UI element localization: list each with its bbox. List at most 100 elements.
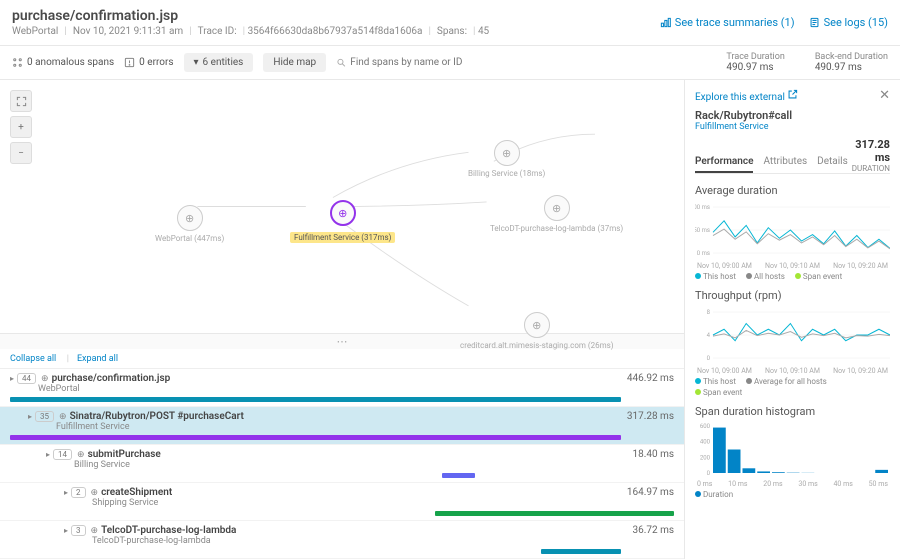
anomalous-spans: 0 anomalous spans [12,57,114,68]
svg-text:400: 400 [700,439,711,446]
throughput-title: Throughput (rpm) [695,289,890,302]
span-title: Rack/Rubytron#call [695,109,890,122]
trace-summaries-link[interactable]: See trace summaries (1) [660,8,795,37]
search-input[interactable] [350,57,516,68]
page-title: purchase/confirmation.jsp [12,8,489,24]
histogram-chart[interactable]: 0 200 400 600 [695,422,890,477]
span-duration: 36.72 ms [632,525,674,536]
span-duration: 446.92 ms [627,373,674,384]
entity-icon: ⊕ [91,526,99,536]
span-duration: 18.40 ms [632,449,674,460]
avg-duration-chart[interactable]: 0 ms 50 ms 100 ms [695,201,890,259]
svg-text:0: 0 [707,355,711,362]
chevron-right-icon[interactable]: ▸ [64,488,68,497]
svg-text:8: 8 [707,309,711,316]
header-meta: WebPortal Nov 10, 2021 9:11:31 am Trace … [12,26,489,37]
node-label: Fulfillment Service (317ms) [290,232,395,243]
trace-map[interactable]: + − ⊕ WebPortal (447ms) ⊕ Fulfillment Serv… [0,80,684,333]
node-label: creditcard.alt.mimesis-staging.com (26ms… [460,341,614,350]
expand-all-link[interactable]: Expand all [67,354,118,364]
close-panel-button[interactable]: ✕ [879,88,890,103]
collapse-all-link[interactable]: Collapse all [10,354,56,364]
span-service: WebPortal [38,384,674,394]
span-count: 2 [71,487,86,498]
entities-dropdown[interactable]: ▾6 entities [184,53,254,72]
chart-icon [660,17,671,28]
explore-external-link[interactable]: Explore this external [695,89,798,103]
svg-text:600: 600 [700,423,711,430]
span-duration-label: DURATION [848,164,890,173]
span-duration: 164.97 ms [627,487,674,498]
entity-icon: ⊕ [41,374,49,384]
waterfall-row[interactable]: ▸ 14 ⊕ submitPurchase 18.40 ms Billing S… [0,445,684,483]
globe-icon: ⊕ [494,140,520,166]
globe-icon: ⊕ [544,195,570,221]
hide-map-button[interactable]: Hide map [263,53,326,72]
zoom-out-button[interactable]: − [10,142,32,164]
trace-duration-value: 490.97 ms [726,62,784,73]
entity-icon: ⊕ [77,450,85,460]
entity-icon: ⊕ [91,488,99,498]
span-name: submitPurchase [88,449,161,460]
span-name: createShipment [101,487,172,498]
backend-duration-label: Back-end Duration [815,52,888,62]
svg-text:0: 0 [707,470,711,477]
backend-duration-value: 490.97 ms [815,62,888,73]
waterfall-row[interactable]: ▸ 44 ⊕ purchase/confirmation.jsp 446.92 … [0,369,684,407]
throughput-chart[interactable]: 0 4 8 [695,306,890,364]
span-service-link[interactable]: Fulfillment Service [695,122,890,132]
span-service: TelcoDT-purchase-log-lambda [38,536,674,546]
span-name: Sinatra/Rubytron/POST #purchaseCart [70,411,244,422]
avg-duration-title: Average duration [695,184,890,197]
anomaly-icon [12,57,23,68]
span-count: 35 [35,411,54,422]
globe-icon: ⊕ [177,205,203,231]
tab-attributes[interactable]: Attributes [763,156,807,173]
node-label: Billing Service (18ms) [468,169,545,178]
errors-count: 0 errors [124,57,173,68]
tab-details[interactable]: Details [817,156,848,173]
waterfall-row[interactable]: ▸ 35 ⊕ Sinatra/Rubytron/POST #purchaseCa… [0,407,684,445]
svg-text:200: 200 [700,454,711,461]
node-label: TelcoDT-purchase-log-lambda (37ms) [490,224,623,233]
timestamp: Nov 10, 2021 9:11:31 am [73,26,192,37]
app-name: WebPortal [12,26,67,37]
span-duration-value: 317.28 ms [848,138,890,164]
expand-icon [16,96,27,107]
tab-performance[interactable]: Performance [695,156,753,173]
globe-icon[interactable]: ⊕ [330,200,356,226]
chevron-right-icon[interactable]: ▸ [10,374,14,383]
search-spans[interactable] [336,57,516,68]
spans-count: Spans: 45 [437,26,489,37]
node-label: WebPortal (447ms) [155,234,224,243]
chevron-right-icon[interactable]: ▸ [46,450,50,459]
search-icon [336,57,346,68]
span-service: Billing Service [38,460,674,470]
zoom-in-button[interactable]: + [10,116,32,138]
chevron-down-icon: ▾ [194,57,199,68]
waterfall-row[interactable]: ▸ 2 ⊕ createShipment 164.97 ms Shipping … [0,483,684,521]
svg-text:100 ms: 100 ms [695,204,710,211]
globe-icon: ⊕ [524,312,550,338]
fullscreen-button[interactable] [10,90,32,112]
trace-id: Trace ID: 3564f66630da8b67937a514f8da160… [198,26,431,37]
span-count: 44 [17,373,36,384]
svg-text:50 ms: 50 ms [695,227,710,234]
see-logs-link[interactable]: See logs (15) [809,8,888,37]
span-duration: 317.28 ms [627,411,674,422]
chevron-right-icon[interactable]: ▸ [28,412,32,421]
entity-icon: ⊕ [59,412,67,422]
span-count: 3 [71,525,86,536]
trace-duration-label: Trace Duration [726,52,784,62]
svg-text:0 ms: 0 ms [697,250,710,257]
external-link-icon [787,89,798,100]
span-name: TelcoDT-purchase-log-lambda [101,525,236,536]
chevron-right-icon[interactable]: ▸ [64,526,68,535]
histogram-title: Span duration histogram [695,405,890,418]
waterfall-row[interactable]: ▸ 3 ⊕ TelcoDT-purchase-log-lambda 36.72 … [0,521,684,559]
span-count: 14 [53,449,72,460]
span-name: purchase/confirmation.jsp [52,373,171,384]
svg-text:4: 4 [707,332,711,339]
error-icon [124,57,135,68]
document-icon [809,17,820,28]
